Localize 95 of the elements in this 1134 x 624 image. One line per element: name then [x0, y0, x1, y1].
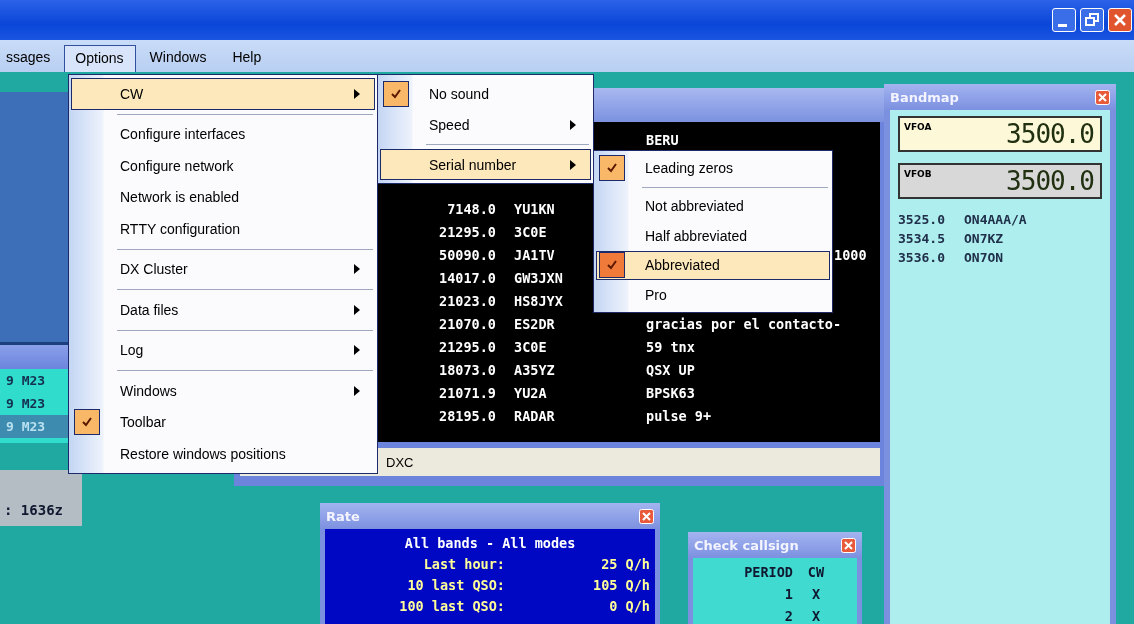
spot-frequency: 21295.0 [439, 339, 496, 355]
menu-bar-item[interactable]: Help [220, 44, 274, 72]
submenu-arrow-icon [570, 119, 576, 130]
menu-item[interactable]: Configure interfaces [71, 118, 375, 150]
submenu-arrow-icon [354, 304, 360, 315]
spot-frequency: 18073.0 [439, 362, 496, 378]
menu-item[interactable]: DX Cluster [71, 253, 375, 285]
spot-frequency: 7148.0 [447, 201, 496, 217]
submenu-arrow-icon [354, 264, 360, 275]
spot-callsign: ON7ON [964, 249, 1004, 267]
spot-comment: gracias por el contacto- [646, 316, 842, 332]
menu-item[interactable]: Log [71, 334, 375, 366]
table-cell-text: X [810, 607, 822, 624]
spot-comment: BPSK63 [646, 385, 695, 401]
submenu-arrow-icon [354, 385, 360, 396]
spot-frequency: 14017.0 [439, 270, 496, 286]
spot-comment: 59 tnx [646, 339, 695, 355]
table-cell-text: X [810, 585, 822, 604]
spot-frequency: 21295.0 [439, 224, 496, 240]
menu-item[interactable]: Configure network [71, 150, 375, 182]
menu-item[interactable]: Pro [596, 280, 830, 310]
utc-time: : 1636z [4, 502, 63, 518]
menu-item[interactable]: Leading zeros [596, 153, 830, 183]
vfo-display[interactable]: VFOA 3500.0 [898, 116, 1102, 152]
vfo-display[interactable]: VFOB 3500.0 [898, 163, 1102, 199]
rate-value: 0 Q/h [608, 597, 650, 616]
menu-item[interactable]: Windows [71, 375, 375, 407]
menu-item[interactable]: CW [71, 78, 375, 110]
spot-callsign: A35YZ [514, 362, 555, 378]
spot-frequency: 50090.0 [439, 247, 496, 263]
close-icon[interactable] [639, 508, 654, 524]
spot-callsign: ON7KZ [964, 230, 1004, 248]
submenu-arrow-icon [570, 159, 576, 170]
spot-callsign: 3C0E [514, 339, 547, 355]
close-button[interactable] [1108, 8, 1132, 32]
spot-frequency: 3536.0 [898, 249, 946, 267]
table-cell-text: 1 [783, 585, 793, 604]
spot-comment: BERU [646, 132, 679, 148]
dxc-tab[interactable]: DXC [386, 454, 414, 470]
menu-item[interactable]: Data files [71, 294, 375, 326]
spot-frequency: 21071.9 [439, 385, 496, 401]
minimize-icon [1058, 23, 1067, 27]
restore-icon [1085, 13, 1099, 27]
window-title: Bandmap [890, 89, 959, 105]
submenu-arrow-icon [354, 345, 360, 356]
window-title: Rate [326, 508, 360, 524]
menu-item[interactable]: Serial number [380, 149, 591, 180]
vfo-label: VFOA [904, 122, 932, 132]
spot-callsign: HS8JYX [514, 293, 563, 309]
column-header: CW [806, 563, 826, 582]
spot-callsign: JA1TV [514, 247, 555, 263]
rate-value: 25 Q/h [600, 555, 650, 574]
rate-value: 105 Q/h [592, 576, 650, 595]
close-icon[interactable] [1095, 89, 1110, 105]
spot-frequency: 21070.0 [439, 316, 496, 332]
spot-comment: QSX UP [646, 362, 695, 378]
menu-bar-item[interactable]: Windows [137, 44, 219, 72]
menu-bar-item[interactable]: Options [64, 44, 136, 72]
spot-comment: pulse 9+ [646, 408, 712, 424]
submenu-arrow-icon [354, 88, 360, 99]
menu-item[interactable]: Half abbreviated [596, 221, 830, 251]
window-title: Check callsign [694, 537, 799, 553]
rate-heading: All bands - All modes [404, 535, 576, 551]
menu-item[interactable]: Abbreviated [596, 250, 830, 280]
table-cell-text: 2 [783, 607, 793, 624]
spot-callsign: 3C0E [514, 224, 547, 240]
menu-item[interactable]: Restore windows positions [71, 438, 375, 470]
restore-button[interactable] [1080, 8, 1104, 32]
spot-callsign: YU2A [514, 385, 547, 401]
vfo-label: VFOB [904, 169, 932, 179]
menu-bar-item[interactable]: ssages [0, 44, 63, 72]
minimize-button[interactable] [1052, 8, 1076, 32]
spot-callsign: GW3JXN [514, 270, 563, 286]
menu-item[interactable]: Speed [380, 109, 591, 140]
spot-callsign: ES2DR [514, 316, 555, 332]
spot-callsign: ON4AAA/A [964, 211, 1027, 229]
spot-callsign: YU1KN [514, 201, 555, 217]
rate-label: Last hour: [422, 555, 505, 574]
close-icon [1113, 13, 1127, 27]
spot-frequency: 3525.0 [898, 211, 946, 229]
rate-label: 100 last QSO: [398, 597, 505, 616]
spot-frequency: 28195.0 [439, 408, 496, 424]
menu-item[interactable]: Not abbreviated [596, 191, 830, 221]
menu-item[interactable]: Network is enabled [71, 181, 375, 213]
menu-item[interactable]: No sound [380, 78, 591, 109]
rate-label: 10 last QSO: [406, 576, 505, 595]
vfo-frequency: 3500.0 [1006, 118, 1094, 150]
spot-frequency: 21023.0 [439, 293, 496, 309]
vfo-frequency: 3500.0 [1006, 165, 1094, 197]
spot-frequency: 3534.5 [898, 230, 946, 248]
close-icon[interactable] [841, 537, 856, 553]
spot-callsign: RADAR [514, 408, 555, 424]
menu-item[interactable]: RTTY configuration [71, 213, 375, 245]
spot-comment: 1000 [834, 247, 867, 263]
column-header: PERIOD [743, 563, 793, 582]
